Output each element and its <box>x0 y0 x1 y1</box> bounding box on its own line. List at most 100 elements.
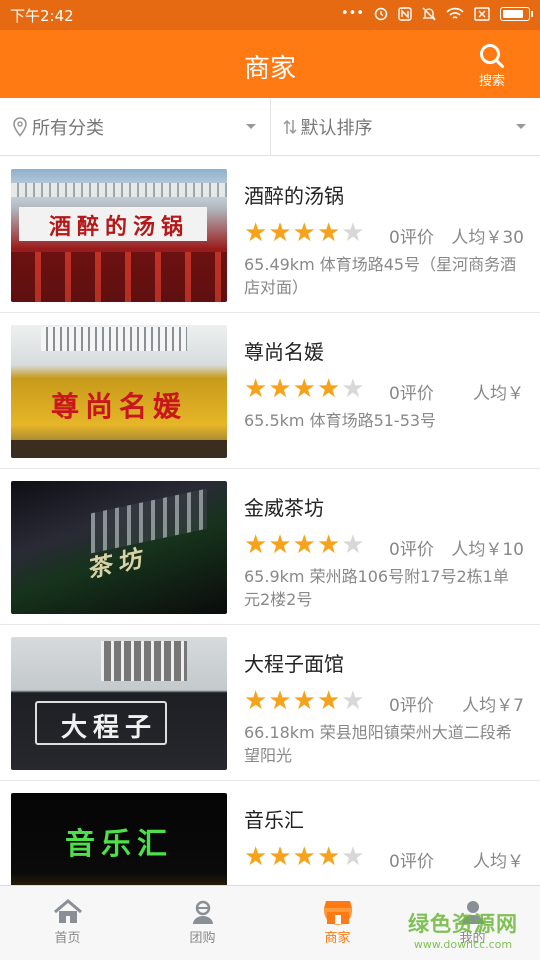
nfc-icon <box>398 6 412 21</box>
merchant-photo: 尊尚名媛 <box>11 325 227 458</box>
merchant-item[interactable]: 音乐汇 音乐汇 ★ ★ ★ ★ ★ 0评价 人均￥ <box>0 781 540 885</box>
review-count: 0评价 <box>389 228 434 248</box>
merchant-photo-sign: 酒醉的汤锅 <box>48 214 189 240</box>
home-icon <box>53 899 82 923</box>
category-filter[interactable]: 所有分类 <box>0 98 270 156</box>
watermark-en: www.downcc.com <box>413 938 513 951</box>
star-filled-icon: ★ <box>316 842 341 872</box>
star-filled-icon: ★ <box>292 530 316 560</box>
sort-filter-label: 默认排序 <box>300 118 373 139</box>
tab-home[interactable]: 首页 <box>0 886 135 960</box>
merchant-photo: 酒醉的汤锅 <box>11 169 227 302</box>
star-empty-icon: ★ <box>341 842 365 872</box>
star-filled-icon: ★ <box>268 842 292 872</box>
tab-home-label: 首页 <box>54 931 81 946</box>
mute-icon <box>422 7 436 20</box>
merchant-address: 65.49km 体育场路45号（星河商务酒店对面） <box>244 255 517 297</box>
average-price: 人均￥7 <box>462 696 524 716</box>
battery-icon <box>500 6 533 21</box>
review-count: 0评价 <box>389 384 434 404</box>
review-count: 0评价 <box>389 696 434 716</box>
review-count: 0评价 <box>389 540 434 560</box>
search-icon <box>480 44 504 68</box>
sort-filter[interactable]: 默认排序 <box>269 98 540 156</box>
page-title: 商家 <box>243 54 296 84</box>
rating-stars: ★ ★ ★ ★ ★ <box>244 219 365 247</box>
merchant-item[interactable]: 酒醉的汤锅 酒醉的汤锅 ★ ★ ★ ★ ★ 0评价 人均￥30 65.49km 体育场路… <box>0 157 540 313</box>
star-filled-icon: ★ <box>316 218 341 248</box>
average-price: 人均￥ <box>473 384 524 404</box>
merchant-photo-sign: 大程子 <box>60 713 157 743</box>
watermark-logo: 绿色资源网 www.downcc.com <box>408 908 518 951</box>
merchant-address: 65.5km 体育场路51-53号 <box>244 411 437 430</box>
star-empty-icon: ★ <box>341 530 365 560</box>
search-label: 搜索 <box>478 74 505 89</box>
merchant-info: 酒醉的汤锅 ★ ★ ★ ★ ★ 0评价 人均￥30 65.49km 体育场路45号（星河… <box>244 183 524 299</box>
merchant-photo-sign: 音乐汇 <box>65 827 173 862</box>
status-time: 下午2:42 <box>10 7 74 25</box>
chevron-down-icon <box>245 124 256 129</box>
alarm-icon <box>374 7 388 20</box>
merchant-name: 尊尚名媛 <box>244 340 324 364</box>
shop-icon <box>323 901 352 925</box>
merchant-photo: 茶坊 <box>11 481 227 614</box>
status-bar: 下午2:42 ••• <box>0 0 540 30</box>
star-filled-icon: ★ <box>244 374 268 404</box>
search-button[interactable]: 搜索 <box>472 43 512 91</box>
tab-group-buy[interactable]: 团购 <box>135 886 270 960</box>
merchant-photo: 音乐汇 <box>11 793 227 885</box>
star-filled-icon: ★ <box>268 686 292 716</box>
merchant-info: 尊尚名媛 ★ ★ ★ ★ ★ 0评价 人均￥ 65.5km 体育场路51-53号 <box>244 339 524 432</box>
merchant-info: 大程子面馆 ★ ★ ★ ★ ★ 0评价 人均￥7 66.18km 荣县旭阳镇荣州大道二段… <box>244 651 524 767</box>
star-empty-icon: ★ <box>341 218 365 248</box>
sim-icon <box>474 6 490 21</box>
tab-group-buy-label: 团购 <box>189 931 216 946</box>
average-price: 人均￥ <box>473 852 524 872</box>
merchant-photo: 大程子 <box>11 637 227 770</box>
tab-shop-label: 商家 <box>324 931 351 946</box>
star-filled-icon: ★ <box>292 218 316 248</box>
status-icons: ••• <box>340 6 533 21</box>
average-price: 人均￥30 <box>451 228 524 248</box>
merchant-address: 66.18km 荣县旭阳镇荣州大道二段希望阳光 <box>244 723 512 765</box>
merchant-name: 金威茶坊 <box>244 496 324 520</box>
star-filled-icon: ★ <box>292 842 316 872</box>
star-filled-icon: ★ <box>292 686 316 716</box>
sort-icon <box>282 118 297 136</box>
merchant-name: 大程子面馆 <box>244 652 344 676</box>
chevron-down-icon <box>516 124 526 129</box>
more-icon: ••• <box>340 6 364 21</box>
watermark-cn: 绿色资源网 <box>408 912 518 936</box>
star-filled-icon: ★ <box>244 842 268 872</box>
group-buy-icon <box>192 900 213 924</box>
location-pin-icon <box>12 117 28 137</box>
star-filled-icon: ★ <box>316 686 341 716</box>
tab-shop[interactable]: 商家 <box>270 886 405 960</box>
star-filled-icon: ★ <box>244 530 268 560</box>
star-empty-icon: ★ <box>341 374 365 404</box>
star-filled-icon: ★ <box>268 530 292 560</box>
average-price: 人均￥10 <box>451 540 524 560</box>
merchant-info: 音乐汇 ★ ★ ★ ★ ★ 0评价 人均￥ <box>244 807 524 877</box>
merchant-item[interactable]: 茶坊 金威茶坊 ★ ★ ★ ★ ★ 0评价 人均￥10 65.9km 荣州路106号附1… <box>0 469 540 625</box>
review-count: 0评价 <box>389 852 434 872</box>
star-filled-icon: ★ <box>268 374 292 404</box>
merchant-name: 酒醉的汤锅 <box>244 184 344 208</box>
merchant-address: 65.9km 荣州路106号附17号2栋1单元2楼2号 <box>244 567 509 609</box>
star-filled-icon: ★ <box>316 374 341 404</box>
category-filter-label: 所有分类 <box>32 118 104 139</box>
star-empty-icon: ★ <box>341 686 365 716</box>
merchant-item[interactable]: 尊尚名媛 尊尚名媛 ★ ★ ★ ★ ★ 0评价 人均￥ 65.5km 体育场路51-53… <box>0 313 540 469</box>
rating-stars: ★ ★ ★ ★ ★ <box>244 843 365 871</box>
merchant-item[interactable]: 大程子 大程子面馆 ★ ★ ★ ★ ★ 0评价 人均￥7 66.18km 荣县旭阳镇荣州… <box>0 625 540 781</box>
merchant-info: 金威茶坊 ★ ★ ★ ★ ★ 0评价 人均￥10 65.9km 荣州路106号附17号2… <box>244 495 524 611</box>
app-header: 商家 搜索 <box>0 30 540 98</box>
merchant-list: 酒醉的汤锅 酒醉的汤锅 ★ ★ ★ ★ ★ 0评价 人均￥30 65.49km 体育场路… <box>0 157 540 885</box>
star-filled-icon: ★ <box>316 530 341 560</box>
filter-bar: 所有分类 默认排序 <box>0 98 540 156</box>
rating-stars: ★ ★ ★ ★ ★ <box>244 687 365 715</box>
wifi-icon <box>446 7 464 19</box>
merchant-name: 音乐汇 <box>244 808 304 832</box>
star-filled-icon: ★ <box>244 218 268 248</box>
rating-stars: ★ ★ ★ ★ ★ <box>244 531 365 559</box>
